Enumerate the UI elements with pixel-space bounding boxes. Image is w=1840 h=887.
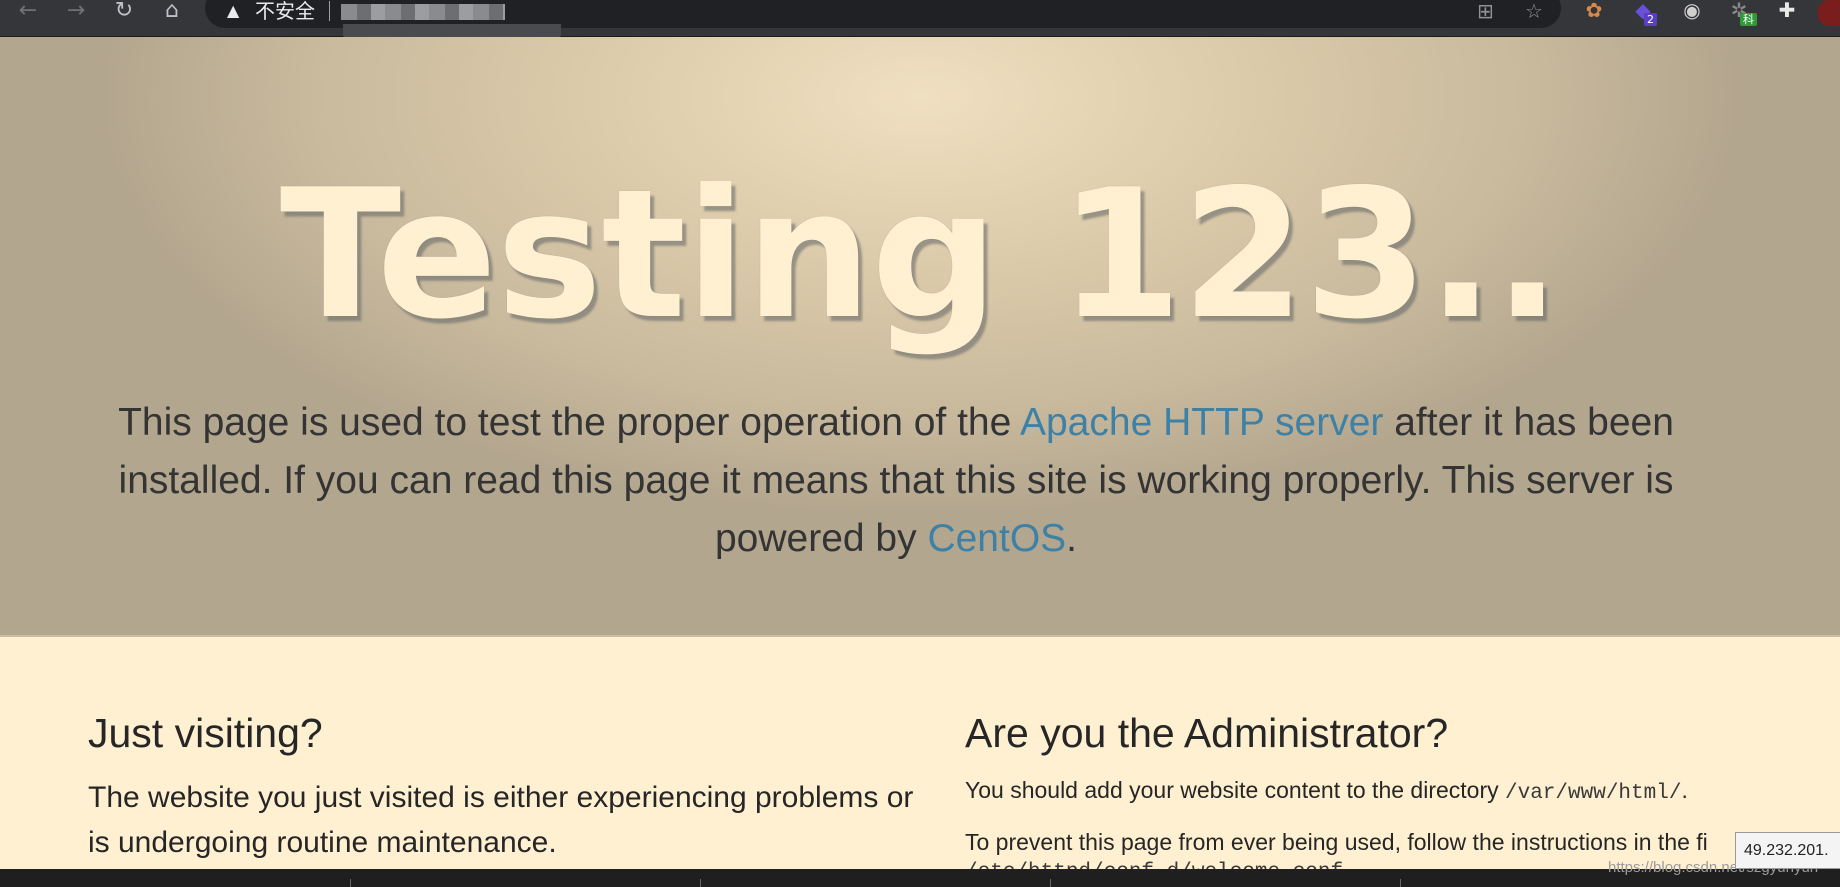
ip-tooltip: 49.232.201. [1735, 832, 1840, 869]
taskbar-divider [350, 879, 351, 887]
profile-avatar[interactable] [1818, 0, 1840, 26]
warning-icon[interactable]: ▲ [227, 2, 245, 20]
hero-text-part: This page is used to test the proper ope… [118, 401, 1020, 444]
admin-text-part: You should add your website content to t… [965, 777, 1505, 803]
extension-3-icon[interactable]: ◉ [1679, 0, 1705, 26]
hero-banner: Testing 123.. This page is used to test … [0, 37, 1840, 637]
address-divider [329, 1, 330, 21]
back-icon[interactable]: ← [14, 0, 42, 24]
security-label[interactable]: 不安全 [255, 0, 315, 22]
hero-description: This page is used to test the proper ope… [96, 394, 1696, 568]
centos-link[interactable]: CentOS [927, 517, 1066, 560]
forward-icon[interactable]: → [62, 0, 90, 24]
reload-icon[interactable]: ↻ [110, 0, 138, 24]
apache-link[interactable]: Apache HTTP server [1020, 401, 1383, 444]
extension-2-badge: 2 [1644, 13, 1657, 26]
url-text-pixelated[interactable] [341, 4, 505, 20]
taskbar-divider [1400, 879, 1401, 887]
taskbar-divider [1050, 879, 1051, 887]
star-icon[interactable]: ☆ [1525, 0, 1543, 22]
visitor-text: The website you just visited is either e… [88, 781, 914, 859]
extension-1-icon[interactable]: ✿ [1581, 0, 1607, 26]
hero-text-part: . [1066, 517, 1078, 560]
admin-instructions: To prevent this page from ever being use… [965, 829, 1708, 855]
admin-text: You should add your website content to t… [965, 775, 1825, 809]
visitor-heading: Just visiting? [88, 710, 323, 756]
puzzle-icon[interactable]: ✚ [1774, 0, 1800, 26]
visitor-section: Just visiting? The website you just visi… [88, 705, 938, 865]
taskbar-divider [700, 879, 701, 887]
admin-heading: Are you the Administrator? [965, 710, 1449, 756]
translate-icon[interactable]: ⊞ [1477, 0, 1494, 22]
admin-text-part: . [1681, 777, 1688, 803]
document-root-path: /var/www/html/ [1505, 782, 1682, 805]
taskbar [0, 869, 1840, 887]
browser-toolbar: ← → ↻ ⌂ ▲ 不安全 ⊞ ☆ ✿ ◆ 2 ◉ ✲ 科 ✚ [0, 0, 1840, 40]
admin-section: Are you the Administrator? You should ad… [965, 705, 1825, 875]
extension-2-icon[interactable]: ◆ 2 [1630, 0, 1657, 26]
extension-4-icon[interactable]: ✲ 科 [1726, 0, 1757, 26]
home-icon[interactable]: ⌂ [158, 0, 186, 24]
extension-4-badge: 科 [1740, 13, 1757, 26]
page-title: Testing 123.. [279, 151, 1561, 358]
